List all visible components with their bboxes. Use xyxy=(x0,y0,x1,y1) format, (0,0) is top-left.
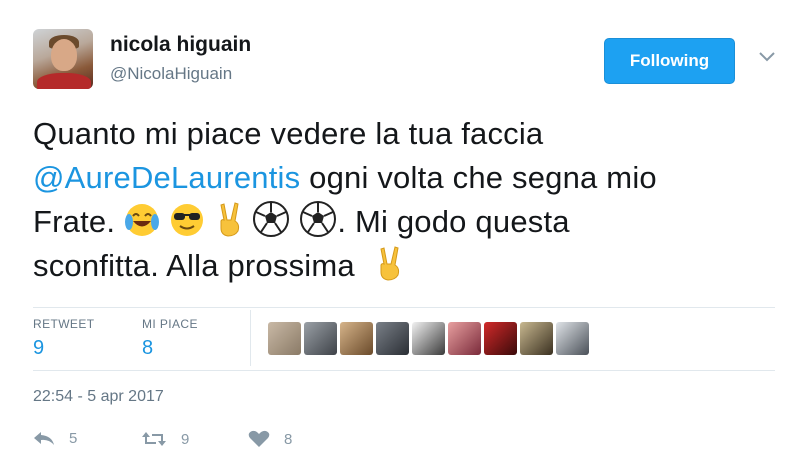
liker-avatar[interactable] xyxy=(412,322,445,355)
tweet-line-4: sconfitta. Alla prossima xyxy=(33,244,773,288)
tweet-text: Quanto mi piace vedere la tua faccia @Au… xyxy=(33,112,773,288)
reply-button[interactable]: 5 xyxy=(33,430,77,447)
liker-avatar[interactable] xyxy=(376,322,409,355)
tweet-line-2: @AureDeLaurentis ogni volta che segna mi… xyxy=(33,160,657,195)
liker-avatar[interactable] xyxy=(484,322,517,355)
retweet-count[interactable]: 9 xyxy=(33,337,44,360)
user-handle[interactable]: @NicolaHiguain xyxy=(110,64,232,84)
retweet-label[interactable]: RETWEET xyxy=(33,317,94,331)
like-button[interactable]: 8 xyxy=(248,430,292,448)
reply-count: 5 xyxy=(69,430,78,447)
mention-link[interactable]: @AureDeLaurentis xyxy=(33,160,300,195)
soccer-ball-emoji xyxy=(253,201,290,237)
timestamp[interactable]: 22:54 - 5 apr 2017 xyxy=(33,388,164,406)
liker-avatar[interactable] xyxy=(520,322,553,355)
liker-avatar[interactable] xyxy=(268,322,301,355)
avatar[interactable] xyxy=(33,29,93,89)
like-count[interactable]: 8 xyxy=(142,337,153,360)
victory-hand-emoji xyxy=(220,202,239,237)
reply-icon xyxy=(34,431,54,445)
victory-hand-emoji xyxy=(380,246,399,281)
divider xyxy=(33,370,775,371)
soccer-ball-emoji xyxy=(300,201,337,237)
liker-avatar[interactable] xyxy=(340,322,373,355)
tweet-line-3: Frate. . Mi godo questa xyxy=(33,200,773,244)
liker-avatar[interactable] xyxy=(448,322,481,355)
retweet-button[interactable]: 9 xyxy=(141,430,189,448)
like-action-count: 8 xyxy=(284,430,293,448)
tweet-line-1: Quanto mi piace vedere la tua faccia xyxy=(33,116,544,151)
liker-avatar[interactable] xyxy=(556,322,589,355)
following-button[interactable]: Following xyxy=(604,38,735,84)
user-name[interactable]: nicola higuain xyxy=(110,33,251,57)
likers-avatars xyxy=(268,322,589,355)
stats-separator xyxy=(250,310,251,366)
like-label[interactable]: MI PIACE xyxy=(142,317,198,331)
chevron-down-icon[interactable] xyxy=(756,46,778,68)
retweet-action-count: 9 xyxy=(181,430,190,448)
divider xyxy=(33,307,775,308)
sunglasses-emoji xyxy=(170,204,203,236)
liker-avatar[interactable] xyxy=(304,322,337,355)
retweet-icon xyxy=(142,432,166,446)
joy-emoji xyxy=(125,204,159,236)
heart-icon xyxy=(248,430,270,447)
